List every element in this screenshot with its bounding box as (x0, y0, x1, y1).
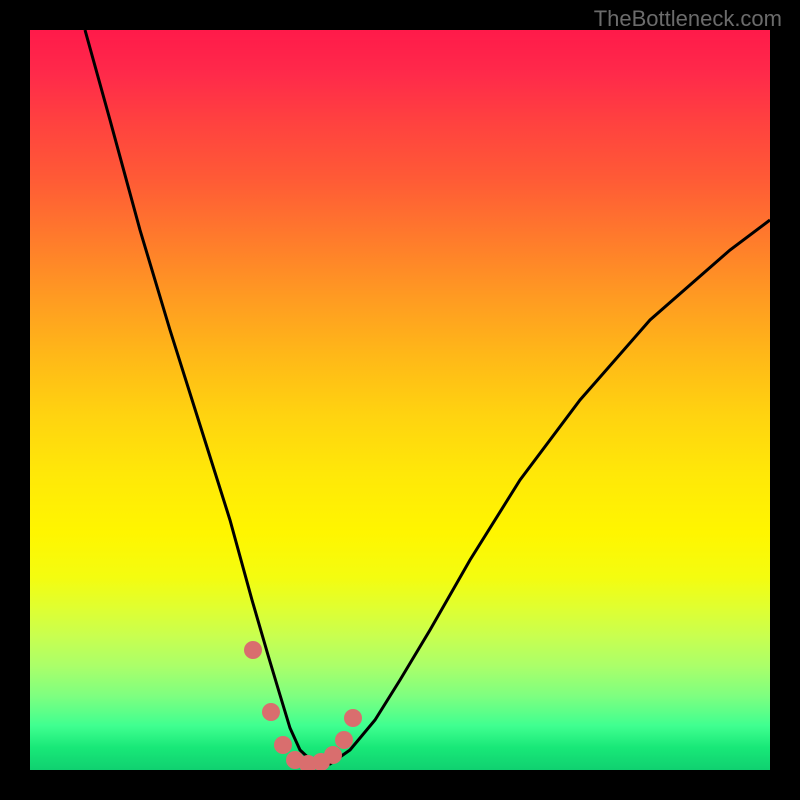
curve-marker-dots (244, 641, 362, 770)
marker-dot (274, 736, 292, 754)
watermark-text: TheBottleneck.com (594, 6, 782, 32)
marker-dot (335, 731, 353, 749)
marker-dot (344, 709, 362, 727)
marker-dot (244, 641, 262, 659)
bottleneck-curve (85, 30, 770, 764)
marker-dot (262, 703, 280, 721)
marker-dot (324, 746, 342, 764)
plot-area (30, 30, 770, 770)
chart-svg (30, 30, 770, 770)
